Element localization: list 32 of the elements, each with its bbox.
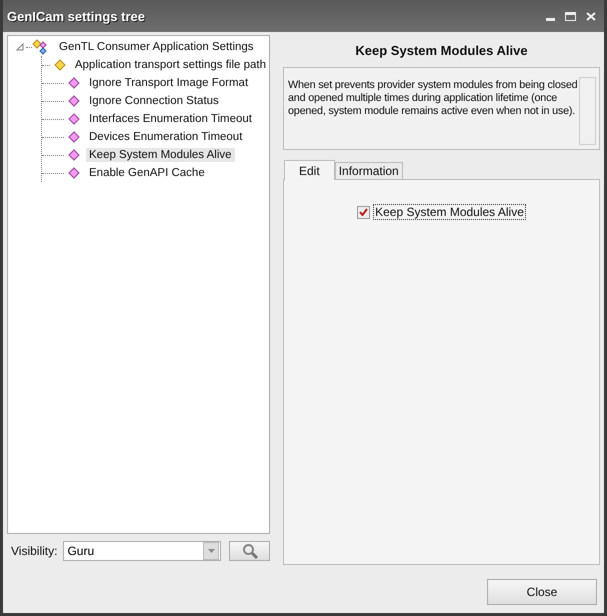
checkbox[interactable] (357, 206, 370, 218)
tree-item[interactable]: Devices Enumeration Timeout (86, 130, 246, 144)
visibility-dropdown[interactable]: Guru (63, 541, 222, 561)
setting-title: Keep System Modules Alive (354, 42, 529, 60)
diamond-icon (68, 95, 80, 107)
tab[interactable]: Information (334, 162, 403, 180)
tab[interactable]: Edit (284, 160, 335, 180)
scrollbar[interactable] (579, 77, 596, 145)
dropdown-arrow-icon (208, 549, 215, 553)
diamond-icon (68, 149, 80, 161)
diamond-icon (68, 131, 80, 143)
checkbox-label[interactable]: Keep System Modules Alive (373, 204, 526, 220)
diamond-icon (68, 77, 80, 89)
description-text: When set prevents provider system modules from being closed and opened multiple times during application lifetime (once opened, system module remains active even when not in use). (288, 78, 578, 119)
close-icon[interactable] (586, 12, 596, 20)
tree-item[interactable]: Application transport settings file path (72, 58, 269, 72)
search-button[interactable] (229, 541, 270, 561)
tree-item[interactable]: Keep System Modules Alive (86, 148, 235, 162)
window-title: GenICam settings tree (7, 8, 145, 24)
tree-item[interactable]: GenTL Consumer Application Settings (56, 40, 257, 54)
maximize-icon[interactable] (565, 12, 576, 20)
tree-item[interactable]: Ignore Connection Status (86, 94, 222, 108)
visibility-label: Visibility: (11, 544, 58, 558)
search-icon (242, 543, 258, 559)
diamond-icon (68, 167, 80, 179)
close-button[interactable]: Close (487, 579, 597, 605)
tree-item[interactable]: Interfaces Enumeration Timeout (86, 112, 255, 126)
diamond-icon (68, 113, 80, 125)
tree-item[interactable]: Ignore Transport Image Format (86, 76, 252, 90)
collapse-icon[interactable] (16, 43, 24, 51)
diamond-icon (54, 59, 66, 71)
tree-item[interactable]: Enable GenAPI Cache (86, 166, 208, 180)
